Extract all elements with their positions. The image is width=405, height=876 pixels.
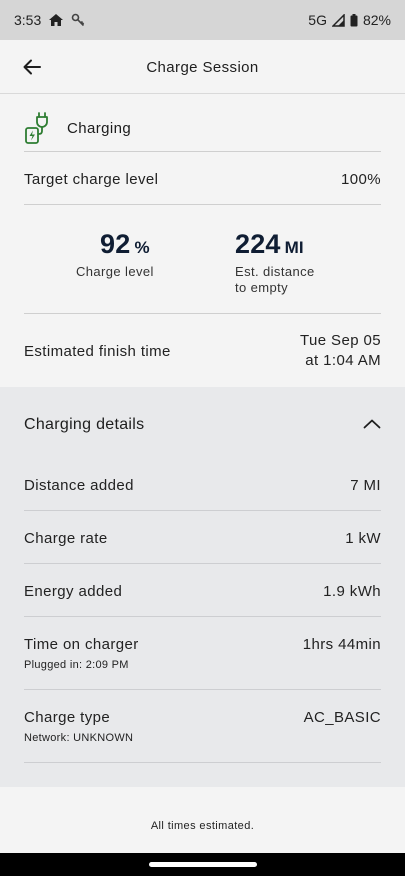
charging-status: Charging <box>24 105 381 151</box>
charge-level-unit: % <box>134 238 150 257</box>
detail-row: Energy added 1.9 kWh <box>24 583 381 600</box>
chevron-up-icon <box>363 416 381 434</box>
charge-type-label: Charge type <box>24 709 111 726</box>
finish-time-value: Tue Sep 05 at 1:04 AM <box>300 331 381 371</box>
divider <box>24 616 381 617</box>
home-indicator[interactable] <box>149 862 257 867</box>
footer: All times estimated. <box>0 787 405 853</box>
home-icon <box>48 13 64 27</box>
target-charge-row: Target charge level 100% <box>24 166 381 192</box>
distance-metric: 224 MI Est. distance to empty <box>235 229 315 296</box>
charge-rate-value: 1 kW <box>345 530 381 547</box>
time-on-charger-value: 1hrs 44min <box>302 636 381 653</box>
app-bar: Charge Session <box>0 40 405 94</box>
key-icon <box>71 13 85 27</box>
charging-details-title: Charging details <box>24 416 145 433</box>
target-charge-label: Target charge level <box>24 170 159 188</box>
distance-label-line1: Est. distance <box>235 264 315 279</box>
target-charge-value: 100% <box>341 170 381 188</box>
page-title: Charge Session <box>146 59 259 76</box>
footer-note: All times estimated. <box>150 820 255 832</box>
charge-type-value: AC_BASIC <box>303 709 381 726</box>
distance-value: 224 <box>235 229 281 259</box>
charge-level-value: 92 <box>100 229 131 259</box>
divider <box>24 689 381 690</box>
plug-charging-icon <box>24 111 52 145</box>
charging-details-toggle[interactable]: Charging details <box>24 387 381 463</box>
divider <box>24 510 381 511</box>
status-time: 3:53 <box>14 12 42 28</box>
energy-added-value: 1.9 kWh <box>323 583 381 600</box>
battery-icon <box>350 13 358 27</box>
status-bar: 3:53 5G 82% <box>0 0 405 40</box>
distance-unit: MI <box>284 238 304 257</box>
divider <box>24 151 381 152</box>
finish-time-label: Estimated finish time <box>24 342 171 360</box>
charge-level-label: Charge level <box>76 264 154 279</box>
divider <box>24 313 381 314</box>
network-info: Network: UNKNOWN <box>24 732 134 744</box>
distance-added-value: 7 MI <box>350 477 381 494</box>
detail-row: Charge type AC_BASIC Network: UNKNOWN <box>24 709 381 744</box>
finish-time-row: Estimated finish time Tue Sep 05 at 1:04… <box>24 331 381 371</box>
distance-label-line2: to empty <box>235 280 289 295</box>
signal-icon <box>331 13 345 27</box>
charging-status-label: Charging <box>67 119 132 137</box>
divider <box>24 204 381 205</box>
battery-percent: 82% <box>362 12 391 28</box>
charge-rate-label: Charge rate <box>24 530 108 547</box>
charging-details-panel: Charging details Distance added 7 MI Cha… <box>0 387 405 787</box>
distance-added-label: Distance added <box>24 477 134 494</box>
finish-time-date: Tue Sep 05 <box>300 332 381 349</box>
network-type: 5G <box>308 12 327 28</box>
divider <box>24 762 381 763</box>
distance-label: Est. distance to empty <box>235 264 315 296</box>
plugged-in-time: Plugged in: 2:09 PM <box>24 659 129 671</box>
divider <box>24 563 381 564</box>
detail-row: Distance added 7 MI <box>24 477 381 494</box>
detail-row: Time on charger 1hrs 44min Plugged in: 2… <box>24 636 381 671</box>
time-on-charger-label: Time on charger <box>24 636 139 653</box>
charge-level-metric: 92% Charge level <box>76 229 154 280</box>
detail-row: Charge rate 1 kW <box>24 530 381 547</box>
system-nav-bar <box>0 853 405 876</box>
finish-time-time: at 1:04 AM <box>305 352 381 369</box>
energy-added-label: Energy added <box>24 583 123 600</box>
